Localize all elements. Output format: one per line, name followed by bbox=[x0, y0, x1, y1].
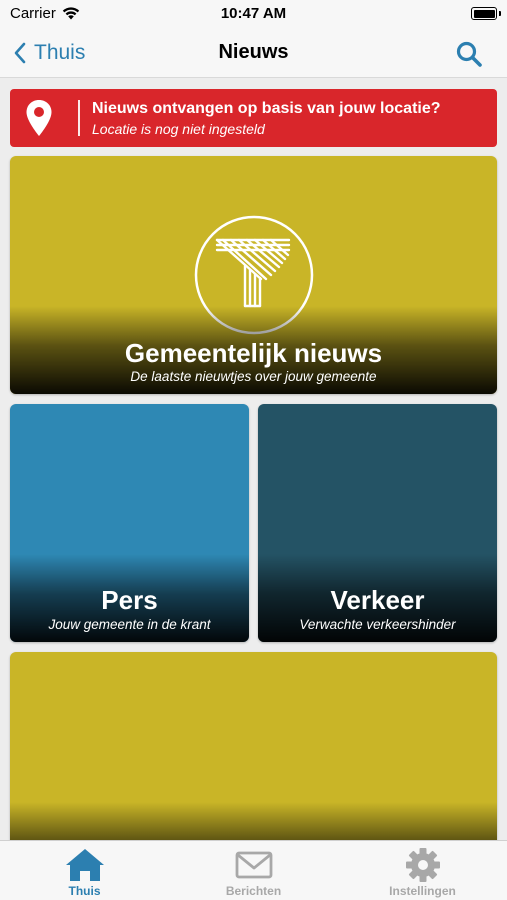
tile-pers[interactable]: Pers Jouw gemeente in de krant bbox=[10, 404, 249, 642]
tile-gemeentelijk-nieuws[interactable]: Gemeentelijk nieuws De laatste nieuwtjes… bbox=[10, 156, 497, 394]
location-banner[interactable]: Nieuws ontvangen op basis van jouw locat… bbox=[10, 89, 497, 147]
status-bar: Carrier 10:47 AM bbox=[0, 0, 507, 28]
clock: 10:47 AM bbox=[220, 5, 287, 22]
envelope-icon bbox=[235, 851, 272, 879]
tab-label: Instellingen bbox=[389, 884, 456, 898]
tab-berichten[interactable]: Berichten bbox=[169, 841, 338, 900]
tile-subtitle: Verwachte verkeershinder bbox=[299, 617, 456, 632]
banner-title: Nieuws ontvangen op basis van jouw locat… bbox=[92, 100, 441, 117]
home-icon bbox=[65, 849, 104, 881]
banner-subtitle: Locatie is nog niet ingesteld bbox=[92, 121, 265, 137]
tile-title: Pers bbox=[101, 585, 158, 615]
gear-icon bbox=[405, 848, 440, 882]
search-icon[interactable] bbox=[455, 40, 483, 68]
navigation-bar: Thuis Nieuws bbox=[0, 28, 507, 78]
location-pin-icon bbox=[26, 100, 52, 136]
tile-title: Verkeer bbox=[330, 585, 425, 615]
tile-subtitle: De laatste nieuwtjes over jouw gemeente bbox=[130, 369, 377, 384]
battery-tip bbox=[499, 11, 501, 16]
battery-icon bbox=[471, 7, 497, 20]
tile-title: Gemeentelijk nieuws bbox=[124, 338, 383, 368]
tab-label: Thuis bbox=[68, 884, 101, 898]
tile-subtitle: Jouw gemeente in de krant bbox=[48, 617, 211, 632]
tab-label: Berichten bbox=[225, 884, 282, 898]
tab-thuis[interactable]: Thuis bbox=[0, 841, 169, 900]
tab-instellingen[interactable]: Instellingen bbox=[338, 841, 507, 900]
tab-bar: Thuis Berichten Instellingen bbox=[0, 840, 507, 900]
tile-verkeer[interactable]: Verkeer Verwachte verkeershinder bbox=[258, 404, 497, 642]
banner-divider bbox=[78, 100, 80, 136]
page-title: Nieuws bbox=[218, 41, 289, 63]
